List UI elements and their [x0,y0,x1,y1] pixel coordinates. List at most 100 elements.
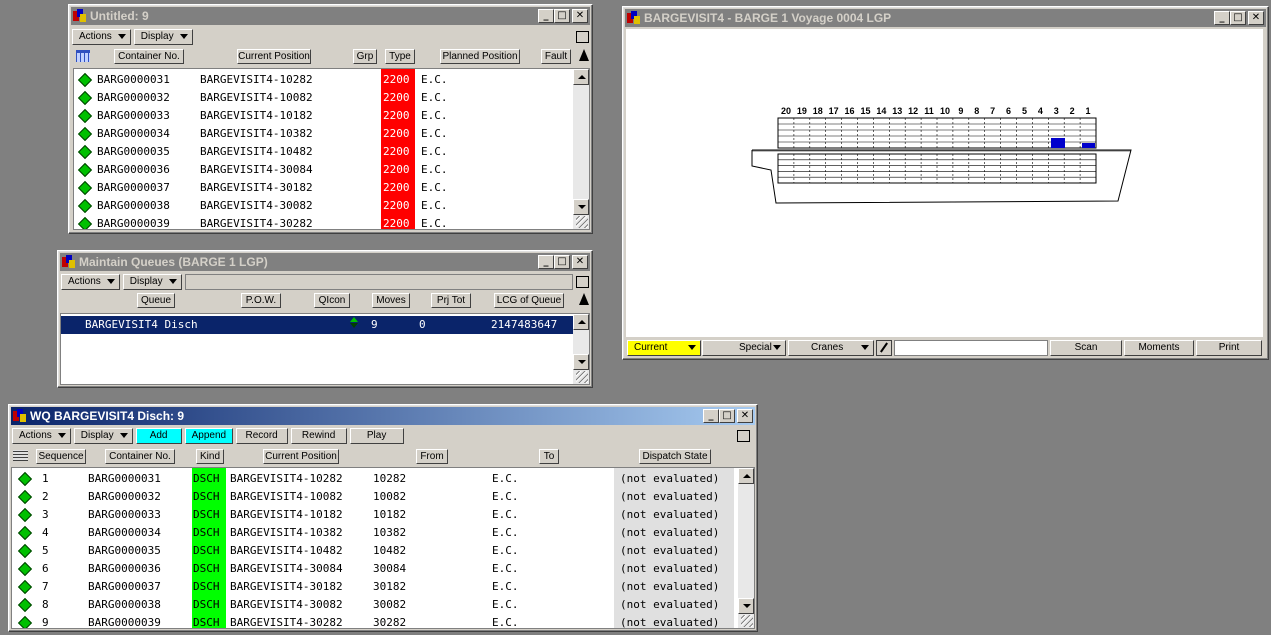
col-grp[interactable]: Grp [353,49,377,64]
maintain-queues-titlebar[interactable]: Maintain Queues (BARGE 1 LGP) _ □ ✕ [60,253,590,271]
scroll-down-button[interactable] [573,199,589,215]
col-current-position[interactable]: Current Position [263,449,339,464]
actions-menu[interactable]: Actions [61,274,120,290]
table-row[interactable]: BARG0000034 BARGEVISIT4-10382 2200 E.C. [74,125,589,143]
resize-grip[interactable] [576,371,588,383]
close-button[interactable]: ✕ [572,9,588,23]
filter-field[interactable] [184,274,573,290]
close-button[interactable]: ✕ [1248,11,1264,25]
table-row[interactable]: 3 BARG0000033 DSCH BARGEVISIT4-10182 10182 E.… [12,506,754,524]
table-row[interactable]: BARG0000039 BARGEVISIT4-30282 2200 E.C. [74,215,589,229]
table-row[interactable]: 1 BARG0000031 DSCH BARGEVISIT4-10282 10282 E.… [12,470,754,488]
window-title: BARGEVISIT4 - BARGE 1 Voyage 0004 LGP [644,11,892,25]
rewind-button[interactable]: Rewind [290,428,347,444]
record-button[interactable]: Record [235,428,288,444]
col-sequence[interactable]: Sequence [36,449,86,464]
vertical-scrollbar[interactable] [573,69,589,229]
table-row[interactable]: BARG0000032 BARGEVISIT4-10082 2200 E.C. [74,89,589,107]
scroll-down-button[interactable] [573,354,589,370]
table-row[interactable]: 8 BARG0000038 DSCH BARGEVISIT4-30082 30082 E.… [12,596,754,614]
minimize-button[interactable]: _ [703,409,719,423]
restore-pane-icon[interactable] [576,31,589,43]
restore-pane-icon[interactable] [576,276,589,288]
table-row[interactable]: 4 BARG0000034 DSCH BARGEVISIT4-10382 10382 E.… [12,524,754,542]
actions-menu[interactable]: Actions [72,29,131,45]
close-button[interactable]: ✕ [572,255,588,269]
actions-menu[interactable]: Actions [12,428,71,444]
status-diamond-icon [77,90,93,106]
scroll-up-button[interactable] [738,468,754,484]
print-button[interactable]: Print [1196,340,1262,356]
container-list[interactable]: BARG0000031 BARGEVISIT4-10282 2200 E.C. BARG… [73,68,590,230]
table-row[interactable]: 6 BARG0000036 DSCH BARGEVISIT4-30084 30084 E.… [12,560,754,578]
table-row[interactable]: BARG0000035 BARGEVISIT4-10482 2200 E.C. [74,143,589,161]
col-queue[interactable]: Queue [137,293,175,308]
col-from[interactable]: From [416,449,448,464]
col-type[interactable]: Type [385,49,415,64]
grid-icon[interactable] [76,50,90,62]
table-row[interactable]: BARG0000031 BARGEVISIT4-10282 2200 E.C. [74,71,589,89]
add-button[interactable]: Add [135,428,182,444]
table-row[interactable]: BARG0000038 BARGEVISIT4-30082 2200 E.C. [74,197,589,215]
sort-icon[interactable] [579,49,589,61]
maximize-button[interactable]: □ [719,409,735,423]
table-row[interactable]: 7 BARG0000037 DSCH BARGEVISIT4-30182 30182 E.… [12,578,754,596]
queue-row-selected[interactable]: BARGEVISIT4 Disch 9 0 2147483647 [61,316,573,334]
maximize-button[interactable]: □ [1230,11,1246,25]
current-dropdown[interactable]: Current [627,340,701,356]
display-menu[interactable]: Display [122,274,182,290]
table-row[interactable]: 2 BARG0000032 DSCH BARGEVISIT4-10082 10082 E.… [12,488,754,506]
col-container-no[interactable]: Container No. [105,449,175,464]
display-menu[interactable]: Display [133,29,193,45]
columns-icon[interactable] [13,450,28,461]
scan-button[interactable]: Scan [1050,340,1122,356]
play-button[interactable]: Play [349,428,404,444]
vertical-scrollbar[interactable] [738,468,754,628]
col-prj-tot[interactable]: Prj Tot [431,293,471,308]
sort-icon[interactable] [579,293,589,305]
work-queue-titlebar[interactable]: WQ BARGEVISIT4 Disch: 9 _ □ ✕ [11,407,755,425]
work-queue-list[interactable]: 1 BARG0000031 DSCH BARGEVISIT4-10282 10282 E.… [11,467,755,629]
col-qicon[interactable]: QIcon [314,293,350,308]
resize-grip[interactable] [741,615,753,627]
container-list-titlebar[interactable]: Untitled: 9 _ □ ✕ [71,7,590,25]
scroll-up-button[interactable] [573,314,589,330]
edit-pencil-icon[interactable] [876,340,892,356]
container-no: BARG0000033 [88,508,161,521]
col-to[interactable]: To [539,449,559,464]
minimize-button[interactable]: _ [1214,11,1230,25]
col-dispatch-state[interactable]: Dispatch State [639,449,711,464]
table-row[interactable]: BARG0000037 BARGEVISIT4-30182 2200 E.C. [74,179,589,197]
col-kind[interactable]: Kind [196,449,224,464]
table-row[interactable]: 5 BARG0000035 DSCH BARGEVISIT4-10482 10482 E.… [12,542,754,560]
table-row[interactable]: BARG0000033 BARGEVISIT4-10182 2200 E.C. [74,107,589,125]
special-dropdown[interactable]: Special [702,340,786,356]
cranes-dropdown[interactable]: Cranes [788,340,874,356]
maximize-button[interactable]: □ [554,9,570,23]
display-menu[interactable]: Display [73,428,133,444]
table-row[interactable]: BARG0000036 BARGEVISIT4-30084 2200 E.C. [74,161,589,179]
resize-grip[interactable] [576,216,588,228]
restore-pane-icon[interactable] [737,430,750,442]
col-current-position[interactable]: Current Position [237,49,311,64]
table-row[interactable]: 9 BARG0000039 DSCH BARGEVISIT4-30282 30282 E.… [12,614,754,628]
col-moves[interactable]: Moves [372,293,410,308]
minimize-button[interactable]: _ [538,255,554,269]
maximize-button[interactable]: □ [554,255,570,269]
col-pow[interactable]: P.O.W. [241,293,281,308]
col-container-no[interactable]: Container No. [114,49,184,64]
col-planned-position[interactable]: Planned Position [440,49,520,64]
col-fault[interactable]: Fault [541,49,571,64]
vessel-profile[interactable]: 20 19 18 17 16 15 14 13 12 11 10 9 8 7 6 5 4 3 2 1 [626,29,1263,337]
current-position: BARGEVISIT4-10282 [200,73,313,86]
minimize-button[interactable]: _ [538,9,554,23]
vessel-view-titlebar[interactable]: BARGEVISIT4 - BARGE 1 Voyage 0004 LGP _ … [625,9,1266,27]
queue-list[interactable]: BARGEVISIT4 Disch 9 0 2147483647 [60,313,590,385]
append-button[interactable]: Append [184,428,233,444]
moments-button[interactable]: Moments [1124,340,1194,356]
close-button[interactable]: ✕ [737,409,753,423]
col-lcg-of-queue[interactable]: LCG of Queue [494,293,564,308]
vessel-canvas[interactable]: 20 19 18 17 16 15 14 13 12 11 10 9 8 7 6 5 4 3 2 1 [626,29,1263,337]
scroll-down-button[interactable] [738,598,754,614]
scroll-up-button[interactable] [573,69,589,85]
